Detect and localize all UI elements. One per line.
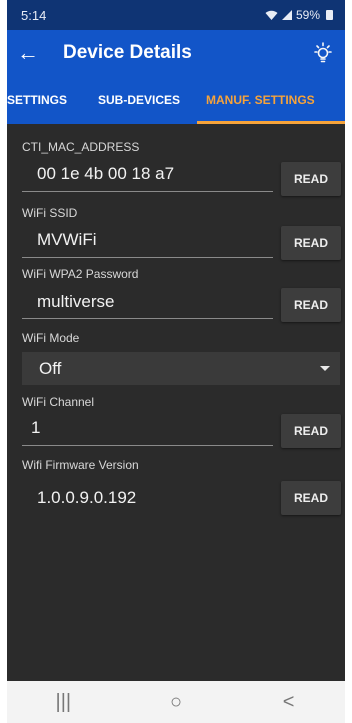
- wifi-ssid-label: WiFi SSID: [22, 206, 78, 220]
- back-button[interactable]: <: [259, 691, 319, 714]
- recents-button[interactable]: |||: [33, 691, 93, 714]
- dropdown-caret-icon: [320, 366, 330, 371]
- wifi-ssid-underline: [22, 257, 273, 258]
- mac-address-underline: [22, 191, 273, 192]
- wifi-mode-label: WiFi Mode: [22, 331, 80, 345]
- wifi-channel-underline: [22, 445, 273, 446]
- mac-address-label: CTI_MAC_ADDRESS: [22, 140, 140, 154]
- firmware-version-value: 1.0.0.9.0.192: [37, 488, 137, 507]
- wifi-mode-value: Off: [39, 358, 62, 378]
- read-ssid-button[interactable]: READ: [281, 226, 341, 260]
- phone-screen: 5:14 59% ← Device Details SETTINGS SUB-D…: [7, 0, 345, 723]
- system-nav-bar: ||| ○ <: [7, 681, 345, 723]
- firmware-version-label: Wifi Firmware Version: [22, 458, 139, 472]
- wifi-password-label: WiFi WPA2 Password: [22, 267, 139, 281]
- wifi-channel-field[interactable]: 1: [31, 418, 40, 438]
- read-mac-button[interactable]: READ: [281, 162, 341, 196]
- wifi-channel-label: WiFi Channel: [22, 395, 95, 409]
- settings-form: CTI_MAC_ADDRESS 00 1e 4b 00 18 a7 READ W…: [7, 0, 345, 681]
- wifi-ssid-field[interactable]: MVWiFi: [37, 230, 96, 250]
- wifi-password-underline: [22, 318, 273, 319]
- home-button[interactable]: ○: [146, 691, 206, 714]
- read-password-button[interactable]: READ: [281, 288, 341, 322]
- wifi-mode-dropdown[interactable]: Off: [22, 352, 340, 385]
- read-firmware-button[interactable]: READ: [281, 481, 341, 515]
- wifi-password-field[interactable]: multiverse: [37, 292, 114, 312]
- mac-address-value[interactable]: 00 1e 4b 00 18 a7: [37, 164, 174, 184]
- read-channel-button[interactable]: READ: [281, 414, 341, 448]
